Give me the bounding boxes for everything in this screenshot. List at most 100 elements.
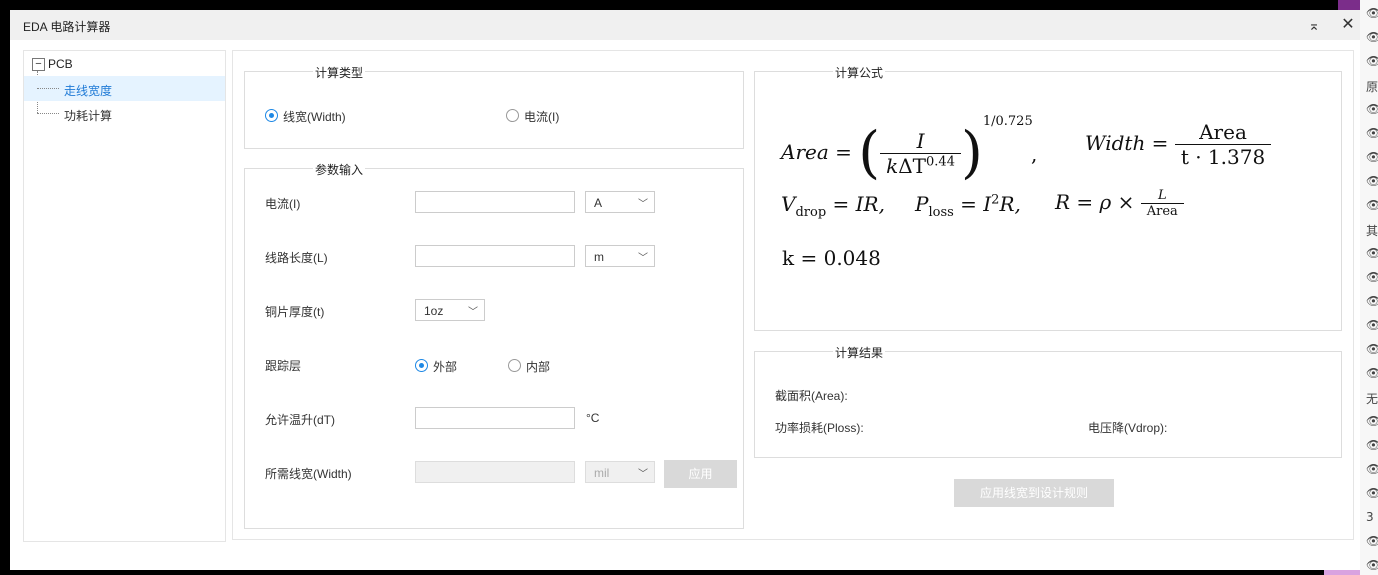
thickness-select[interactable]: 1oz ﹀ xyxy=(415,299,485,321)
fraction: IkΔT0.44 xyxy=(880,129,961,178)
collapse-toggle-icon[interactable]: − xyxy=(32,58,45,71)
eye-icon: 👁 xyxy=(1366,270,1378,284)
tree-item-trace-width[interactable]: 走线宽度 xyxy=(24,76,225,101)
resistance-formula: R = ρ × L Area xyxy=(1055,188,1184,219)
ploss-result-label: 功率损耗(Ploss): xyxy=(775,421,864,435)
temp-rise-input[interactable] xyxy=(415,407,575,429)
radio-circle xyxy=(506,109,519,122)
close-icon[interactable]: ✕ xyxy=(1337,14,1359,36)
chevron-down-icon: ﹀ xyxy=(638,253,648,264)
eye-icon: 👁 xyxy=(1366,438,1378,452)
vdrop-formula: Vdrop = IR, xyxy=(781,192,885,220)
length-input[interactable] xyxy=(415,245,575,267)
result-group: 计算结果 截面积(Area): 功率损耗(Ploss): 电压降(Vdrop): xyxy=(754,344,1342,458)
chevron-down-icon: ﹀ xyxy=(468,307,478,318)
paren-icon: ( xyxy=(858,120,881,186)
paren-icon: ) xyxy=(960,120,983,186)
select-value: m xyxy=(594,250,604,264)
chevron-down-icon: ﹀ xyxy=(638,199,648,210)
ploss-formula: Ploss = I2R, xyxy=(915,192,1021,220)
eye-icon: 👁 xyxy=(1366,54,1378,68)
category-tree: − PCB 走线宽度 功耗计算 xyxy=(23,50,226,542)
radio-circle xyxy=(265,109,278,122)
length-label: 线路长度(L) xyxy=(265,251,328,265)
eye-icon: 👁 xyxy=(1366,366,1378,380)
formula-text: Area xyxy=(1146,204,1178,219)
tree-root-label: PCB xyxy=(48,57,73,71)
formula-comma: , xyxy=(1031,142,1038,166)
radio-circle xyxy=(508,359,521,372)
eye-icon: 👁 xyxy=(1366,174,1378,188)
select-value: 1oz xyxy=(424,304,444,318)
formula-exp: 1/0.725 xyxy=(982,114,1033,129)
eye-icon: 👁 xyxy=(1366,126,1378,140)
formula-text: ΔT xyxy=(898,154,927,178)
formula-text: R, xyxy=(999,192,1021,216)
chevron-down-icon: ﹀ xyxy=(638,469,648,480)
temp-unit: °C xyxy=(586,411,600,425)
formula-group: 计算公式 Area = (IkΔT0.44)1/0.725 , Width = … xyxy=(754,64,1342,331)
temp-rise-label: 允许温升(dT) xyxy=(265,413,335,427)
area-result-label: 截面积(Area): xyxy=(775,389,848,403)
tree-item-label: 走线宽度 xyxy=(64,84,113,98)
current-input[interactable] xyxy=(415,191,575,213)
radio-label: 外部 xyxy=(433,360,458,374)
formula-text: P xyxy=(915,192,929,216)
eye-icon: 👁 xyxy=(1366,342,1378,356)
radio-circle xyxy=(415,359,428,372)
formula-text: Area xyxy=(1174,120,1272,145)
thickness-label: 铜片厚度(t) xyxy=(265,305,325,319)
tree-connector xyxy=(37,88,59,89)
fraction: Area t · 1.378 xyxy=(1174,120,1272,169)
formula-text: = IR, xyxy=(832,192,885,216)
calc-type-group: 计算类型 线宽(Width) 电流(I) xyxy=(244,64,744,149)
eye-icon: 👁 xyxy=(1366,486,1378,500)
formula-text: Width xyxy=(1085,131,1146,155)
eye-icon: 👁 xyxy=(1366,150,1378,164)
formula-sub: drop xyxy=(795,205,827,220)
k-constant: k = 0.048 xyxy=(782,246,881,270)
group-title: 计算公式 xyxy=(833,64,886,81)
formula-sub: loss xyxy=(928,205,954,220)
formula-text: t · 1.378 xyxy=(1180,145,1266,169)
eye-icon: 👁 xyxy=(1366,462,1378,476)
eye-icon: 👁 xyxy=(1366,102,1378,116)
length-unit-select[interactable]: m ﹀ xyxy=(585,245,655,267)
calculator-dialog: EDA 电路计算器 ⌅ ✕ − PCB 走线宽度 功耗计算 计算类型 线宽(Wi… xyxy=(10,10,1360,570)
side-fragment-text: 其 xyxy=(1366,224,1378,238)
formula-exp: 0.44 xyxy=(926,154,955,170)
current-unit-select[interactable]: A ﹀ xyxy=(585,191,655,213)
apply-to-rules-button[interactable]: 应用线宽到设计规则 xyxy=(954,479,1114,507)
collapse-icon[interactable]: ⌅ xyxy=(1303,14,1325,36)
eye-icon: 👁 xyxy=(1366,6,1378,20)
tree-item-label: 功耗计算 xyxy=(64,109,113,123)
tree-item-power-loss[interactable]: 功耗计算 xyxy=(24,101,225,126)
width-unit-select: mil ﹀ xyxy=(585,461,655,483)
main-panel: 计算类型 线宽(Width) 电流(I) 参数输入 电流(I) A ﹀ 线路长度… xyxy=(232,50,1354,540)
select-value: A xyxy=(594,196,603,210)
formula-text: = I xyxy=(960,192,992,216)
group-title: 计算结果 xyxy=(833,344,886,361)
eye-icon: 👁 xyxy=(1366,294,1378,308)
select-value: mil xyxy=(594,466,610,480)
formula-text: R = ρ × xyxy=(1055,190,1135,214)
radio-label: 内部 xyxy=(526,360,551,374)
eye-icon: 👁 xyxy=(1366,246,1378,260)
formula-text: k xyxy=(886,154,899,178)
formula-text: V xyxy=(781,192,796,216)
area-formula: Area = (IkΔT0.44)1/0.725 xyxy=(781,114,1033,186)
eye-icon: 👁 xyxy=(1366,414,1378,428)
formula-text: L xyxy=(1157,188,1167,203)
param-input-group: 参数输入 电流(I) A ﹀ 线路长度(L) m ﹀ 铜片厚度(t) 1oz ﹀… xyxy=(244,161,744,529)
group-title: 参数输入 xyxy=(313,161,366,178)
formula-text: Area xyxy=(781,140,829,164)
side-fragment-text: 原 xyxy=(1366,80,1378,94)
eye-icon: 👁 xyxy=(1366,30,1378,44)
radio-label: 电流(I) xyxy=(524,110,560,124)
eye-icon: 👁 xyxy=(1366,534,1378,548)
title-bar: EDA 电路计算器 ⌅ ✕ xyxy=(10,10,1360,40)
width-label: 所需线宽(Width) xyxy=(265,467,352,481)
eye-icon: 👁 xyxy=(1366,198,1378,212)
width-formula: Width = Area t · 1.378 xyxy=(1085,120,1272,169)
apply-button[interactable]: 应用 xyxy=(664,460,737,488)
